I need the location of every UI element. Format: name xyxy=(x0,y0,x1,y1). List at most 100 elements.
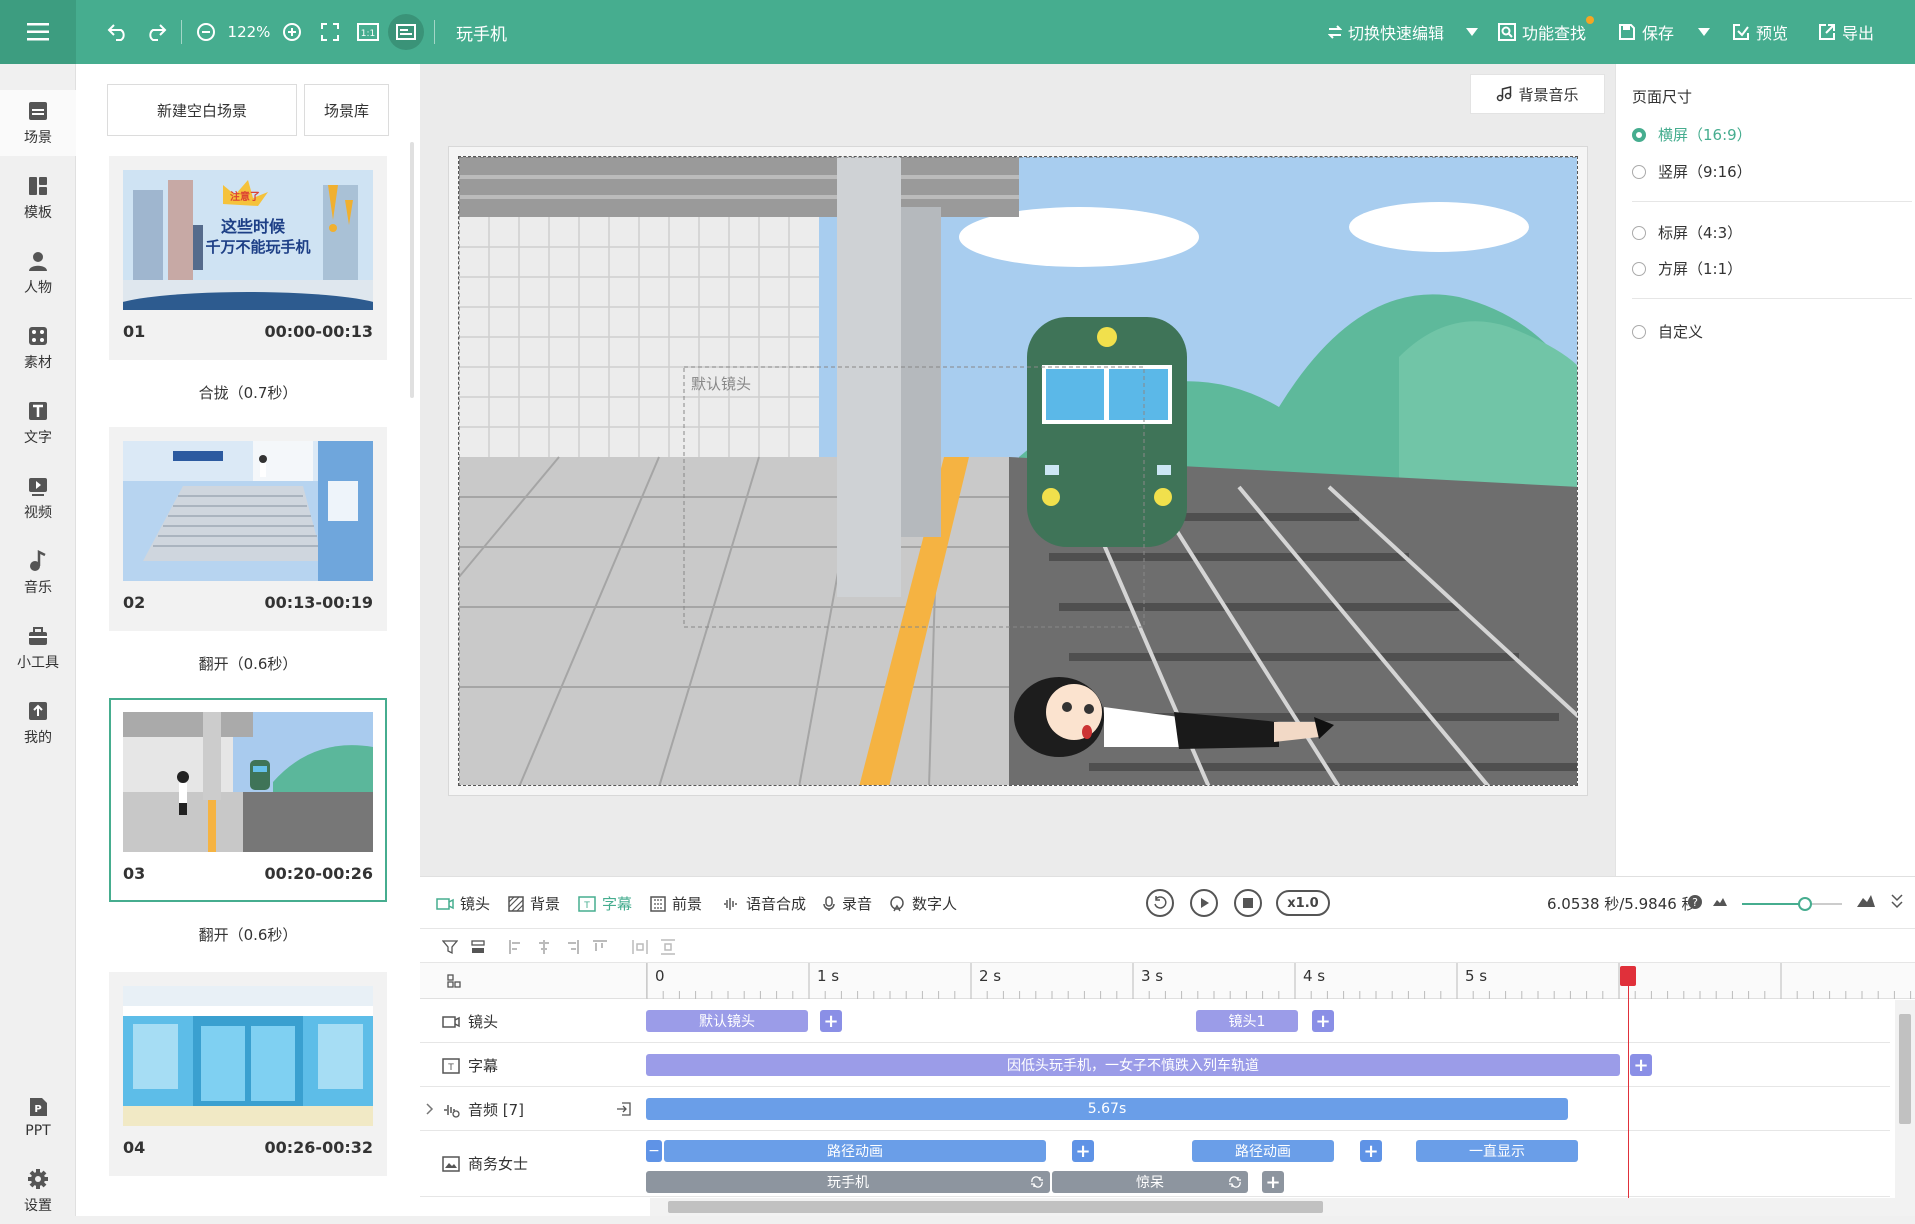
zoom-in-icon[interactable] xyxy=(278,18,306,46)
scene-card-04[interactable]: 04 00:26-00:32 xyxy=(109,972,387,1176)
page-size-option-4-3[interactable]: 标屏（4:3） xyxy=(1632,222,1742,243)
quick-edit-button[interactable]: 切换快速编辑 xyxy=(1328,18,1444,46)
track-layout-icon[interactable] xyxy=(446,973,462,989)
redo-icon[interactable] xyxy=(142,18,170,46)
playback-speed-button[interactable]: x1.0 xyxy=(1276,890,1330,916)
path-animation-clip[interactable]: 路径动画 xyxy=(664,1140,1046,1162)
add-animation-button[interactable]: + xyxy=(1360,1140,1382,1162)
save-button[interactable]: 保存 xyxy=(1618,18,1674,46)
anim-clip-start-handle[interactable]: − xyxy=(646,1140,662,1162)
playhead-handle[interactable] xyxy=(1620,966,1636,986)
add-camera-clip-button[interactable]: + xyxy=(1312,1010,1334,1032)
nav-item-material[interactable]: 素材 xyxy=(0,315,76,381)
nav-item-text[interactable]: 文字 xyxy=(0,390,76,456)
camera-clip-default[interactable]: 默认镜头 xyxy=(646,1010,808,1032)
track-label-camera: 镜头 xyxy=(442,1011,498,1032)
new-blank-scene-button[interactable]: 新建空白场景 xyxy=(107,84,297,136)
subtitle-display-icon[interactable] xyxy=(388,14,424,50)
tab-speech-synthesis[interactable]: 语音合成 xyxy=(722,893,806,914)
fullscreen-icon[interactable] xyxy=(316,18,344,46)
track-label-subtitle: T 字幕 xyxy=(442,1055,498,1076)
preview-button[interactable]: 预览 xyxy=(1732,18,1788,46)
export-button[interactable]: 导出 xyxy=(1818,18,1874,46)
scene-panel-scrollbar[interactable] xyxy=(410,142,414,398)
menu-button[interactable] xyxy=(0,0,76,64)
scene-card-03[interactable]: 03 00:20-00:26 xyxy=(109,698,387,902)
help-icon[interactable]: ? xyxy=(1688,895,1702,909)
timeline-tools xyxy=(420,929,1915,963)
scene-thumbnail xyxy=(123,712,373,852)
timeline-ruler[interactable]: 0 1 s 2 s 3 s 4 s 5 s xyxy=(646,963,1915,999)
feature-search-button[interactable]: 功能查找 xyxy=(1498,16,1595,46)
add-subtitle-button[interactable]: + xyxy=(1630,1054,1652,1076)
scene-card-02[interactable]: 02 00:13-00:19 xyxy=(109,427,387,631)
action-clip-play-phone[interactable]: 玩手机 xyxy=(646,1171,1050,1193)
quick-edit-dropdown[interactable] xyxy=(1466,18,1484,46)
timeline-tabs: 镜头 背景 T 字幕 前景 语音合成 录音 数字人 x1.0 6.0538 秒/… xyxy=(420,877,1915,929)
tab-background[interactable]: 背景 xyxy=(508,893,560,914)
tab-camera[interactable]: 镜头 xyxy=(436,893,490,914)
scene-canvas[interactable]: 默认镜头 xyxy=(458,156,1578,786)
tab-digital-human[interactable]: 数字人 xyxy=(888,893,957,914)
nav-item-scene[interactable]: 场景 xyxy=(0,90,76,156)
slider-handle[interactable] xyxy=(1798,897,1812,911)
nav-item-mine[interactable]: 我的 xyxy=(0,690,76,756)
zoom-out-timeline-icon[interactable] xyxy=(1712,897,1728,907)
add-animation-button[interactable]: + xyxy=(1072,1140,1094,1162)
scene-transition[interactable]: 合拢（0.7秒） xyxy=(109,382,387,403)
layers-icon[interactable] xyxy=(470,939,486,955)
stop-button[interactable] xyxy=(1234,889,1262,917)
scrollbar-thumb[interactable] xyxy=(1899,1014,1911,1124)
zoom-out-icon[interactable] xyxy=(192,18,220,46)
path-animation-clip[interactable]: 路径动画 xyxy=(1192,1140,1334,1162)
page-size-option-custom[interactable]: 自定义 xyxy=(1632,321,1703,342)
scene-card-01[interactable]: 注意了 这些时候 千万不能玩手机 01 00:00-00:13 xyxy=(109,156,387,360)
align-left-icon xyxy=(509,940,520,954)
collapse-panel-icon[interactable] xyxy=(1890,893,1904,909)
document-title[interactable]: 玩手机 xyxy=(456,18,507,46)
tab-foreground[interactable]: 前景 xyxy=(650,893,702,914)
subtitle-clip[interactable]: 因低头玩手机，一女子不慎跌入列车轨道 xyxy=(646,1054,1620,1076)
timeline-horizontal-scrollbar[interactable] xyxy=(650,1198,1915,1216)
always-show-clip[interactable]: 一直显示 xyxy=(1416,1140,1578,1162)
page-size-option-9-16[interactable]: 竖屏（9:16） xyxy=(1632,161,1752,182)
timeline-zoom-slider[interactable] xyxy=(1742,897,1842,911)
nav-item-template[interactable]: 模板 xyxy=(0,165,76,231)
scene-library-button[interactable]: 场景库 xyxy=(304,84,389,136)
background-music-button[interactable]: 背景音乐 xyxy=(1470,74,1605,114)
nav-item-video[interactable]: 视频 xyxy=(0,465,76,531)
nav-item-music[interactable]: 音乐 xyxy=(0,540,76,606)
save-dropdown[interactable] xyxy=(1698,18,1716,46)
material-icon xyxy=(29,326,47,345)
scrollbar-thumb[interactable] xyxy=(668,1201,1323,1213)
action-clip-stunned[interactable]: 惊呆 xyxy=(1052,1171,1248,1193)
scene-transition[interactable]: 翻开（0.6秒） xyxy=(109,924,387,945)
tab-label: 前景 xyxy=(672,895,703,913)
add-camera-clip-button[interactable]: + xyxy=(820,1010,842,1032)
audio-clip[interactable]: 5.67s xyxy=(646,1098,1568,1120)
nav-item-ppt[interactable]: P PPT xyxy=(0,1084,76,1150)
timeline-vertical-scrollbar[interactable] xyxy=(1895,1000,1915,1200)
fit-screen-icon[interactable]: 1:1 xyxy=(354,18,382,46)
play-button[interactable] xyxy=(1190,889,1218,917)
filter-icon[interactable] xyxy=(442,939,458,955)
nav-label-text: 文字 xyxy=(24,429,52,446)
scene-transition[interactable]: 翻开（0.6秒） xyxy=(109,653,387,674)
import-audio-icon[interactable] xyxy=(616,1101,632,1117)
zoom-in-timeline-icon[interactable] xyxy=(1856,894,1876,908)
radio-icon xyxy=(1632,261,1646,276)
track-audio: 音频 [7] 5.67s xyxy=(420,1087,1890,1131)
tab-subtitle[interactable]: T 字幕 xyxy=(578,893,632,914)
camera-clip-1[interactable]: 镜头1 xyxy=(1196,1010,1298,1032)
tab-recording[interactable]: 录音 xyxy=(822,893,872,914)
page-size-option-1-1[interactable]: 方屏（1:1） xyxy=(1632,258,1742,279)
undo-icon[interactable] xyxy=(104,18,132,46)
nav-item-person[interactable]: 人物 xyxy=(0,240,76,306)
expand-chevron-icon[interactable] xyxy=(426,1103,434,1115)
replay-button[interactable] xyxy=(1146,889,1174,917)
nav-item-settings[interactable]: 设置 xyxy=(0,1158,76,1224)
add-action-button[interactable]: + xyxy=(1262,1171,1284,1193)
nav-label-person: 人物 xyxy=(24,279,52,296)
nav-item-toolbox[interactable]: 小工具 xyxy=(0,615,76,681)
page-size-option-16-9[interactable]: 横屏（16:9） xyxy=(1632,124,1752,145)
